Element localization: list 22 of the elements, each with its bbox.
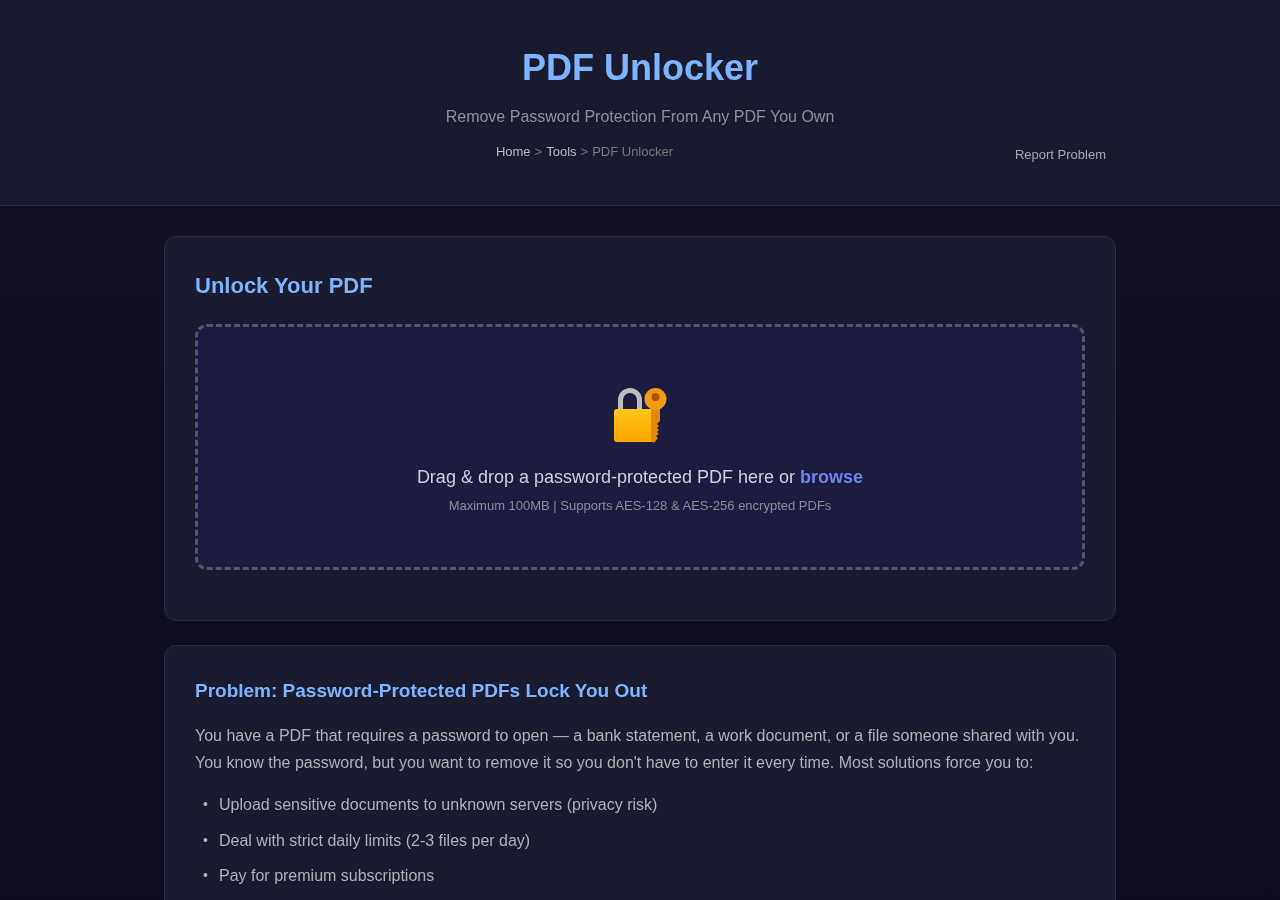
breadcrumb-current: PDF Unlocker — [592, 144, 674, 160]
problem-list-item: Upload sensitive documents to unknown servers (privacy risk) — [219, 795, 658, 815]
breadcrumb-link[interactable]: Tools — [546, 144, 577, 160]
problem-list-item: Pay for premium subscriptions — [219, 866, 435, 886]
browse-link[interactable]: browse — [800, 467, 864, 487]
card-heading: Problem: Password-Protected PDFs Lock You Out — [195, 679, 649, 702]
bullet-marker: • — [202, 830, 209, 850]
bullet-marker: • — [202, 866, 209, 885]
page-subtitle: Remove Password Protection From Any PDF You Own — [445, 107, 835, 126]
card-heading: Unlock Your PDF — [195, 273, 374, 299]
report-problem-button[interactable]: Report Problem — [1004, 145, 1116, 165]
problem-list-item: Deal with strict daily limits (2-3 files per day) — [219, 830, 531, 851]
file-drop-zone[interactable]: Drag & drop a password-protected PDF here or browse Maximum 100MB | Supports AES-128 & AES-256 encrypted PDFs — [195, 324, 1085, 570]
bullet-marker: • — [202, 795, 209, 814]
upload-hint: Maximum 100MB | Supports AES-128 & AES-256 encrypted PDFs — [448, 498, 832, 514]
lock-with-key-icon — [612, 387, 668, 443]
breadcrumb-link[interactable]: Home — [495, 144, 531, 160]
breadcrumb-separator: > — [580, 144, 589, 160]
upload-prompt: Drag & drop a password-protected PDF here or browse — [416, 466, 864, 488]
page-title: PDF Unlocker — [521, 46, 759, 89]
breadcrumb-separator: > — [534, 144, 543, 160]
problem-paragraph: You have a PDF that requires a password to open — a bank statement, a work document, or a file someone shared with you. You know the password, but you want to remove it so you don't have to enter it every time. Most solutions force you to: — [195, 726, 1081, 773]
